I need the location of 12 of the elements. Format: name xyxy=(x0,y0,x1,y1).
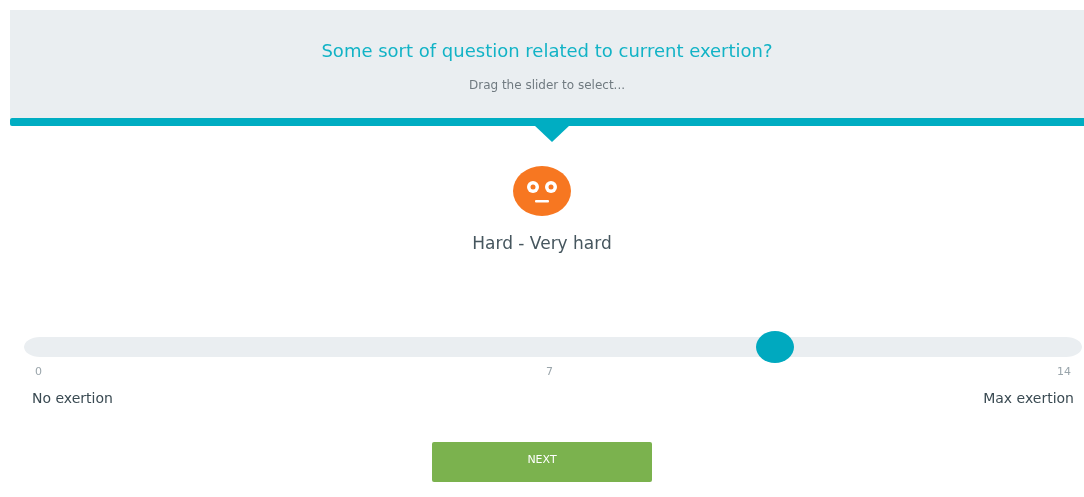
max-label: Max exertion xyxy=(983,390,1074,406)
exertion-label: Hard - Very hard xyxy=(472,233,612,253)
slider-thumb[interactable] xyxy=(756,331,795,363)
question-title: Some sort of question related to current exertion? xyxy=(321,40,773,61)
tick-label: 7 xyxy=(546,365,553,378)
chevron-down-icon xyxy=(534,125,570,143)
min-label: No exertion xyxy=(32,390,113,406)
face-icon xyxy=(513,166,571,216)
tick-label: 14 xyxy=(1057,365,1071,378)
tick-label: 0 xyxy=(35,365,42,378)
next-button[interactable]: NEXT xyxy=(432,442,652,482)
hint-text: Drag the slider to select... xyxy=(468,78,626,92)
